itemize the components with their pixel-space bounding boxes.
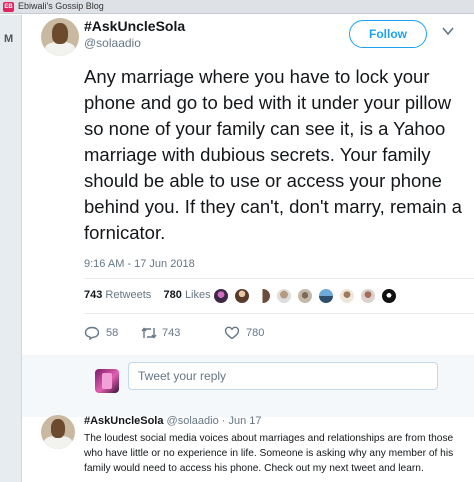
author-avatar[interactable] xyxy=(41,18,79,56)
browser-tab-bar: EB Ebiwali's Gossip Blog xyxy=(0,0,474,14)
divider xyxy=(84,278,474,279)
divider xyxy=(84,313,474,314)
browser-tab-title[interactable]: Ebiwali's Gossip Blog xyxy=(18,1,104,11)
author-name[interactable]: #AskUncleSola xyxy=(84,18,185,34)
heart-icon xyxy=(224,326,240,340)
liker-avatar[interactable] xyxy=(213,288,229,304)
liker-avatar[interactable] xyxy=(381,288,397,304)
background-page-letter: M xyxy=(4,33,14,45)
second-tweet-text: The loudest social media voices about ma… xyxy=(84,433,454,474)
tweet-timestamp[interactable]: 9:16 AM - 17 Jun 2018 xyxy=(84,258,195,270)
reply-composer: Tweet your reply xyxy=(22,355,474,417)
retweet-count: 743 xyxy=(162,327,181,339)
caret-down-icon[interactable] xyxy=(442,26,454,36)
likes-label[interactable]: Likes xyxy=(185,289,211,301)
liker-avatar[interactable] xyxy=(234,288,250,304)
like-action[interactable]: 780 xyxy=(224,324,284,342)
second-tweet-header: #AskUncleSola @solaadio · Jun 17 xyxy=(84,415,262,427)
tweet-panel: #AskUncleSola @solaadio Follow Any marri… xyxy=(22,15,474,482)
reply-action[interactable]: 58 xyxy=(84,324,134,342)
author-handle[interactable]: @solaadio xyxy=(84,36,141,50)
follow-button[interactable]: Follow xyxy=(349,20,427,48)
reply-count: 58 xyxy=(106,327,119,339)
tweet-text: Any marriage where you have to lock your… xyxy=(84,66,462,243)
liker-avatar[interactable] xyxy=(276,288,292,304)
liker-avatar[interactable] xyxy=(255,288,271,304)
liker-avatar[interactable] xyxy=(297,288,313,304)
tweet-action-bar: 58 743 780 xyxy=(84,324,384,342)
second-tweet-avatar[interactable] xyxy=(41,415,75,449)
retweets-label[interactable]: Retweets xyxy=(105,289,151,301)
retweet-action[interactable]: 743 xyxy=(140,324,200,342)
reply-input[interactable]: Tweet your reply xyxy=(128,362,438,390)
retweets-count[interactable]: 743 xyxy=(84,289,102,301)
second-tweet-separator: · xyxy=(221,415,226,427)
tweet-stats: 743 Retweets 780 Likes xyxy=(84,289,211,301)
liker-avatar[interactable] xyxy=(360,288,376,304)
like-count: 780 xyxy=(246,327,265,339)
site-favicon-icon: EB xyxy=(3,2,14,12)
retweet-icon xyxy=(141,327,157,339)
liker-avatar[interactable] xyxy=(318,288,334,304)
liker-avatar[interactable] xyxy=(339,288,355,304)
background-page-strip: M xyxy=(0,15,22,482)
second-tweet-handle[interactable]: @solaadio xyxy=(167,415,219,427)
current-user-avatar xyxy=(95,369,119,393)
reply-icon xyxy=(84,326,100,340)
likes-count[interactable]: 780 xyxy=(164,289,182,301)
second-tweet-date[interactable]: Jun 17 xyxy=(229,415,262,427)
second-tweet-author-name[interactable]: #AskUncleSola xyxy=(84,415,163,427)
